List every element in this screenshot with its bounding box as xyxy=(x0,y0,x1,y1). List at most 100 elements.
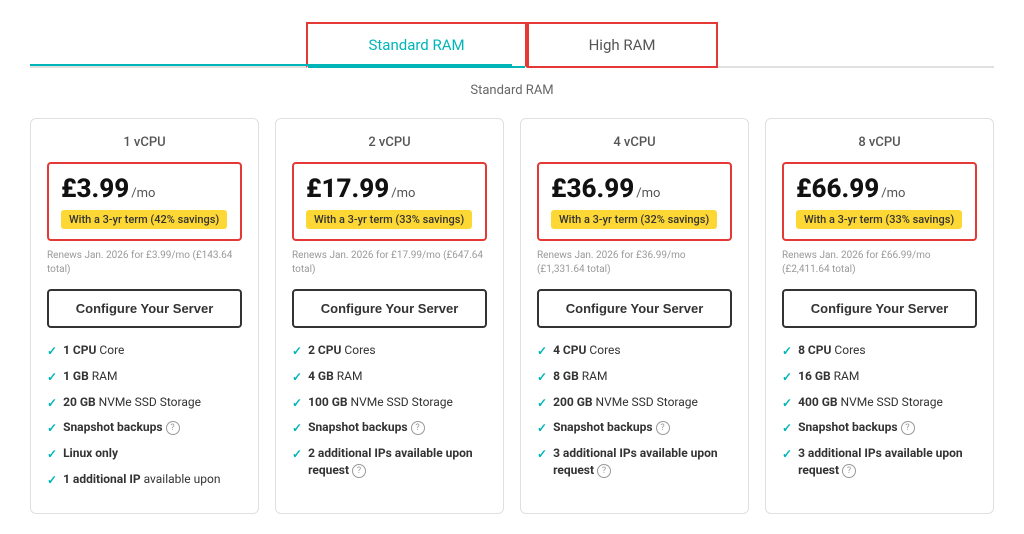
check-icon-0-1: ✓ xyxy=(47,369,57,386)
feature-text-0-5: 1 additional IP available upon xyxy=(63,471,220,488)
feature-text-3-3: Snapshot backups? xyxy=(798,419,914,436)
price-box-0: £3.99/moWith a 3-yr term (42% savings) xyxy=(47,162,242,241)
feature-item-3-0: ✓ 8 CPU Cores xyxy=(782,342,977,360)
feature-item-1-0: ✓ 2 CPU Cores xyxy=(292,342,487,360)
check-icon-3-0: ✓ xyxy=(782,343,792,360)
tab-active-underline xyxy=(30,64,512,66)
feature-text-0-4: Linux only xyxy=(63,445,118,462)
info-icon-3-3[interactable]: ? xyxy=(901,421,915,435)
plan-vcpu-1: 2 vCPU xyxy=(292,135,487,150)
info-icon-2-3[interactable]: ? xyxy=(656,421,670,435)
feature-text-2-1: 8 GB RAM xyxy=(553,368,607,385)
price-amount-2: £36.99 xyxy=(551,174,634,204)
plan-card-2: 4 vCPU£36.99/moWith a 3-yr term (32% sav… xyxy=(520,118,749,514)
feature-text-3-0: 8 CPU Cores xyxy=(798,342,866,359)
feature-text-1-2: 100 GB NVMe SSD Storage xyxy=(308,394,453,411)
feature-item-2-1: ✓ 8 GB RAM xyxy=(537,368,732,386)
feature-text-1-4: 2 additional IPs available upon request? xyxy=(308,445,487,479)
feature-item-2-2: ✓ 200 GB NVMe SSD Storage xyxy=(537,394,732,412)
check-icon-3-4: ✓ xyxy=(782,446,792,463)
plans-grid: 1 vCPU £3.99/moWith a 3-yr term (42% savi… xyxy=(30,118,994,514)
features-list-3: ✓8 CPU Cores✓16 GB RAM✓400 GB NVMe SSD S… xyxy=(782,342,977,479)
feature-item-1-3: ✓ Snapshot backups? xyxy=(292,419,487,437)
feature-item-0-5: ✓1 additional IP available upon xyxy=(47,471,242,489)
feature-item-1-2: ✓ 100 GB NVMe SSD Storage xyxy=(292,394,487,412)
configure-button-0[interactable]: Configure Your Server xyxy=(47,289,242,328)
info-icon-1-4[interactable]: ? xyxy=(352,464,366,478)
info-icon-2-4[interactable]: ? xyxy=(597,464,611,478)
price-amount-1: £17.99 xyxy=(306,174,389,204)
feature-item-0-4: ✓ Linux only xyxy=(47,445,242,463)
tabs-container: Standard RAM High RAM xyxy=(30,20,994,68)
plan-vcpu-0: 1 vCPU xyxy=(47,135,242,150)
price-box-1: £17.99/mo With a 3-yr term (33% savings) xyxy=(292,162,487,241)
plan-card-0: 1 vCPU £3.99/moWith a 3-yr term (42% savi… xyxy=(30,118,259,514)
price-box-3: £66.99/mo With a 3-yr term (33% savings) xyxy=(782,162,977,241)
feature-text-2-4: 3 additional IPs available upon request? xyxy=(553,445,732,479)
check-icon-2-1: ✓ xyxy=(537,369,547,386)
price-per-0: /mo xyxy=(131,186,155,201)
features-list-2: ✓ 4 CPU Cores ✓ 8 GB RAM ✓ 200 GB NVMe SSD St… xyxy=(537,342,732,479)
check-icon-1-2: ✓ xyxy=(292,395,302,412)
feature-item-3-1: ✓16 GB RAM xyxy=(782,368,977,386)
check-icon-2-0: ✓ xyxy=(537,343,547,360)
price-amount-3: £66.99 xyxy=(796,174,879,204)
feature-text-1-1: 4 GB RAM xyxy=(308,368,362,385)
renews-text-2: Renews Jan. 2026 for £36.99/mo (£1,331.6… xyxy=(537,249,732,277)
feature-item-0-0: ✓ 1 CPU Core xyxy=(47,342,242,360)
check-icon-0-2: ✓ xyxy=(47,395,57,412)
check-icon-0-3: ✓ xyxy=(47,420,57,437)
savings-badge-3: With a 3-yr term (33% savings) xyxy=(796,210,962,229)
feature-text-3-4: 3 additional IPs available upon request? xyxy=(798,445,977,479)
feature-text-0-2: 20 GB NVMe SSD Storage xyxy=(63,394,201,411)
feature-item-1-4: ✓ 2 additional IPs available upon request… xyxy=(292,445,487,479)
feature-item-0-3: ✓ Snapshot backups? xyxy=(47,419,242,437)
plan-card-1: 2 vCPU £17.99/mo With a 3-yr term (33% sav… xyxy=(275,118,504,514)
check-icon-3-2: ✓ xyxy=(782,395,792,412)
info-icon-1-3[interactable]: ? xyxy=(411,421,425,435)
feature-text-1-0: 2 CPU Cores xyxy=(308,342,376,359)
feature-item-0-1: ✓ 1 GB RAM xyxy=(47,368,242,386)
plan-vcpu-3: 8 vCPU xyxy=(782,135,977,150)
configure-button-2[interactable]: Configure Your Server xyxy=(537,289,732,328)
price-per-1: /mo xyxy=(391,186,415,201)
feature-item-2-3: ✓Snapshot backups? xyxy=(537,419,732,437)
feature-item-3-3: ✓ Snapshot backups? xyxy=(782,419,977,437)
configure-button-1[interactable]: Configure Your Server xyxy=(292,289,487,328)
feature-item-1-1: ✓ 4 GB RAM xyxy=(292,368,487,386)
plan-card-3: 8 vCPU £66.99/mo With a 3-yr term (33% sav… xyxy=(765,118,994,514)
price-per-3: /mo xyxy=(881,186,905,201)
configure-button-3[interactable]: Configure Your Server xyxy=(782,289,977,328)
feature-text-2-0: 4 CPU Cores xyxy=(553,342,621,359)
check-icon-1-3: ✓ xyxy=(292,420,302,437)
renews-text-3: Renews Jan. 2026 for £66.99/mo (£2,411.6… xyxy=(782,249,977,277)
features-list-0: ✓ 1 CPU Core ✓ 1 GB RAM ✓ 20 GB NVMe SSD Stor… xyxy=(47,342,242,489)
check-icon-2-2: ✓ xyxy=(537,395,547,412)
check-icon-0-4: ✓ xyxy=(47,446,57,463)
feature-text-0-0: 1 CPU Core xyxy=(63,342,124,359)
feature-text-2-2: 200 GB NVMe SSD Storage xyxy=(553,394,698,411)
feature-item-0-2: ✓ 20 GB NVMe SSD Storage xyxy=(47,394,242,412)
check-icon-2-3: ✓ xyxy=(537,420,547,437)
savings-badge-1: With a 3-yr term (33% savings) xyxy=(306,210,472,229)
tab-standard-ram[interactable]: Standard RAM xyxy=(306,22,526,68)
section-label: Standard RAM xyxy=(30,83,994,98)
tab-high-ram[interactable]: High RAM xyxy=(527,22,718,68)
feature-text-1-3: Snapshot backups? xyxy=(308,419,424,436)
info-icon-0-3[interactable]: ? xyxy=(166,421,180,435)
savings-badge-2: With a 3-yr term (32% savings) xyxy=(551,210,717,229)
feature-text-0-3: Snapshot backups? xyxy=(63,419,179,436)
check-icon-1-4: ✓ xyxy=(292,446,302,463)
check-icon-1-1: ✓ xyxy=(292,369,302,386)
check-icon-1-0: ✓ xyxy=(292,343,302,360)
info-icon-3-4[interactable]: ? xyxy=(842,464,856,478)
feature-item-2-0: ✓ 4 CPU Cores xyxy=(537,342,732,360)
check-icon-3-1: ✓ xyxy=(782,369,792,386)
feature-item-2-4: ✓ 3 additional IPs available upon request… xyxy=(537,445,732,479)
price-amount-0: £3.99 xyxy=(61,174,129,204)
renews-text-0: Renews Jan. 2026 for £3.99/mo (£143.64 t… xyxy=(47,249,242,277)
check-icon-3-3: ✓ xyxy=(782,420,792,437)
feature-text-0-1: 1 GB RAM xyxy=(63,368,117,385)
check-icon-0-0: ✓ xyxy=(47,343,57,360)
check-icon-2-4: ✓ xyxy=(537,446,547,463)
